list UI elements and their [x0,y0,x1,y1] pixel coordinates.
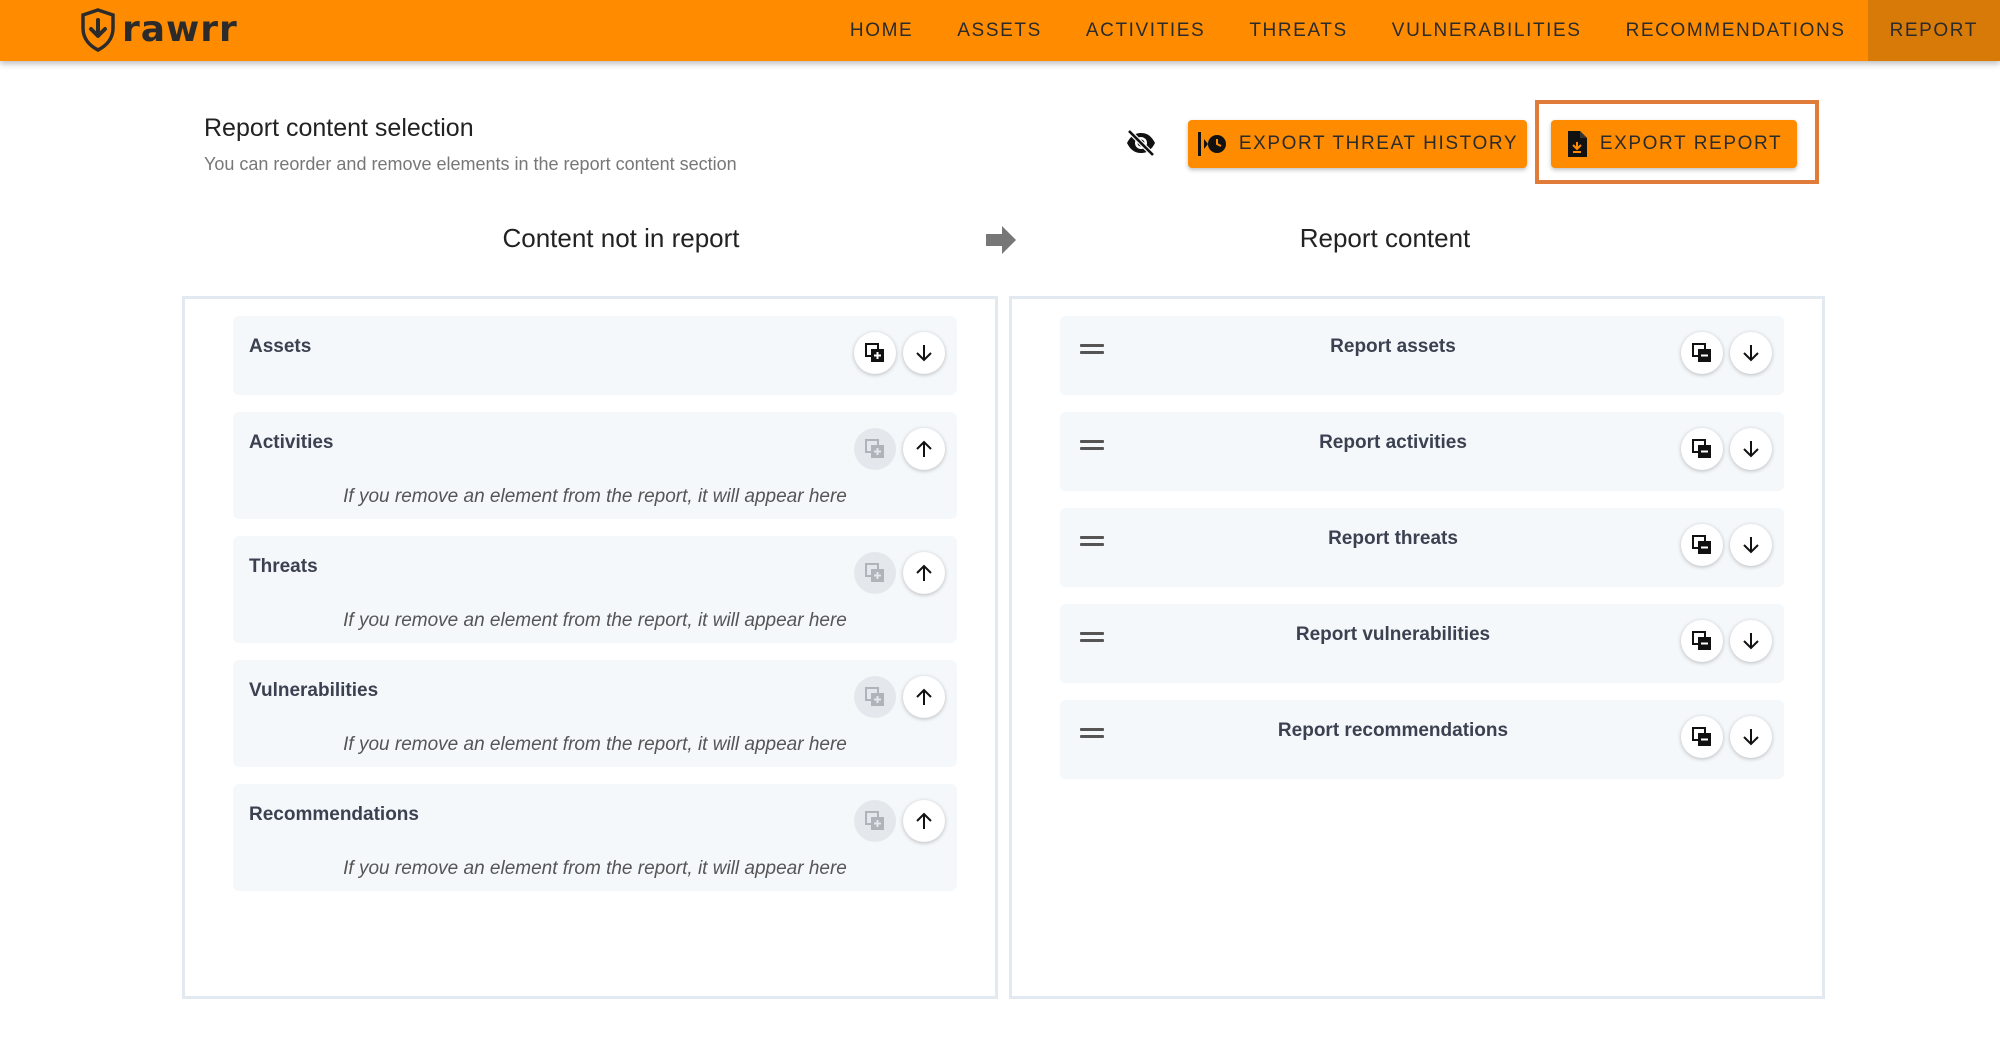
list-item: Assets [233,316,957,395]
item-title: Report threats [1328,528,1458,549]
item-title: Threats [249,556,318,577]
move-down-button[interactable] [1730,524,1772,566]
nav-threats[interactable]: THREATS [1227,0,1369,61]
item-title: Report vulnerabilities [1295,624,1491,645]
move-up-button[interactable] [903,800,945,842]
nav-recommendations[interactable]: RECOMMENDATIONS [1604,0,1868,61]
column-title-report-content: Report content [1299,223,1471,253]
nav-report[interactable]: REPORT [1867,0,2000,61]
export-report-button[interactable]: EXPORT REPORT [1551,120,1797,168]
column-title-not-in-report: Content not in report [502,223,740,253]
duplicate-button [854,428,896,470]
arrow-down-icon [1743,537,1759,554]
duplicate-icon [865,343,884,362]
duplicate-button [854,800,896,842]
report-item[interactable]: Report vulnerabilities [1060,604,1784,683]
item-hint: If you remove an element from the report… [343,734,847,755]
item-hint: If you remove an element from the report… [343,610,847,631]
report-item[interactable]: Report activities [1060,412,1784,491]
item-title: Report activities [1319,432,1467,453]
duplicate-icon [1692,343,1711,362]
list-item: Recommendations If you remove an element… [233,784,957,891]
arrow-right-icon [986,226,1016,254]
arrow-down-icon [916,345,932,362]
move-down-button[interactable] [1730,332,1772,374]
item-hint: If you remove an element from the report… [343,486,847,507]
arrow-down-icon [1743,633,1759,650]
move-up-button[interactable] [903,676,945,718]
duplicate-button[interactable] [854,332,896,374]
item-title: Assets [249,336,312,357]
nav-home[interactable]: HOME [828,0,935,61]
move-down-button[interactable] [1730,428,1772,470]
nav-activities[interactable]: ACTIVITIES [1064,0,1227,61]
duplicate-icon [865,439,884,458]
duplicate-icon [1692,535,1711,554]
page-subtitle: You can reorder and remove elements in t… [204,154,737,174]
export-report-label: EXPORT REPORT [1599,133,1783,154]
logo[interactable]: rawrr [80,6,238,54]
list-item: Activities If you remove an element from… [233,412,957,519]
duplicate-button [854,552,896,594]
list-item: Threats If you remove an element from th… [233,536,957,643]
item-title: Report recommendations [1277,720,1509,741]
item-hint: If you remove an element from the report… [343,858,847,879]
nav-assets[interactable]: ASSETS [935,0,1064,61]
content-not-in-report-panel: Assets Activities If you remove an eleme… [182,296,998,999]
export-threat-history-label: EXPORT THREAT HISTORY [1238,133,1519,154]
arrow-up-icon [916,564,932,581]
duplicate-button[interactable] [1681,332,1723,374]
duplicate-button[interactable] [1681,428,1723,470]
logo-text: rawrr [122,9,238,50]
move-up-button[interactable] [903,552,945,594]
eye-off-icon [1127,129,1155,157]
duplicate-icon [865,687,884,706]
item-title: Recommendations [249,804,419,825]
move-down-button[interactable] [1730,620,1772,662]
item-title: Vulnerabilities [249,680,379,701]
arrow-down-icon [1743,441,1759,458]
report-item[interactable]: Report threats [1060,508,1784,587]
duplicate-icon [865,811,884,830]
shield-logo-icon [81,8,115,52]
file-icon [1567,131,1587,157]
move-down-button[interactable] [1730,716,1772,758]
export-threat-history-button[interactable]: EXPORT THREAT HISTORY [1188,120,1527,168]
report-item[interactable]: Report assets [1060,316,1784,395]
page-title: Report content selection [204,114,474,142]
history-icon [1197,132,1226,156]
arrow-down-icon [1743,345,1759,362]
arrow-down-icon [1743,729,1759,746]
duplicate-icon [1692,727,1711,746]
duplicate-icon [1692,631,1711,650]
duplicate-button[interactable] [1681,524,1723,566]
duplicate-icon [1692,439,1711,458]
top-bar: rawrr HOME ASSETS ACTIVITIES THREATS VUL… [0,0,2000,61]
nav-vulnerabilities[interactable]: VULNERABILITIES [1370,0,1604,61]
toggle-visibility-button[interactable] [1122,124,1160,162]
item-title: Report assets [1330,336,1456,357]
item-title: Activities [249,432,334,453]
duplicate-icon [865,563,884,582]
duplicate-button[interactable] [1681,620,1723,662]
duplicate-button [854,676,896,718]
arrow-up-icon [916,812,932,829]
arrow-up-icon [916,440,932,457]
report-item[interactable]: Report recommendations [1060,700,1784,779]
duplicate-button[interactable] [1681,716,1723,758]
move-up-button[interactable] [903,428,945,470]
move-down-button[interactable] [903,332,945,374]
list-item: Vulnerabilities If you remove an element… [233,660,957,767]
main-nav: HOME ASSETS ACTIVITIES THREATS VULNERABI… [828,0,2000,61]
report-content-panel: Report assets Report activities Report t… [1009,296,1825,999]
arrow-up-icon [916,688,932,705]
